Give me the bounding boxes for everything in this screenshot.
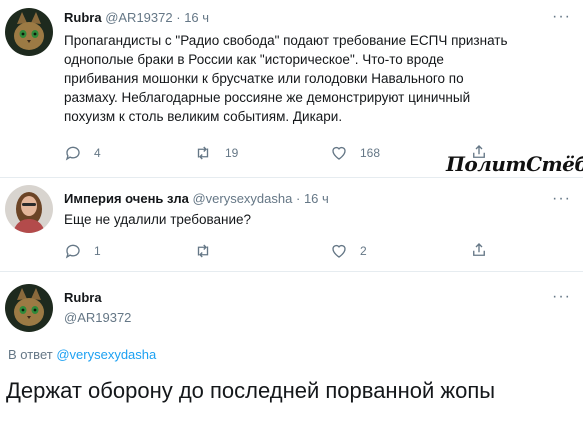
tweet-text-line: размаху. Неблагодарные россияне же демон… — [64, 90, 471, 105]
retweet-button[interactable] — [193, 242, 225, 260]
handle[interactable]: @verysexydasha — [192, 191, 292, 206]
tweet-header: Империя очень зла @verysexydasha · 16 ч — [64, 191, 329, 206]
reply-prefix: В ответ — [8, 347, 53, 362]
timestamp[interactable]: 16 ч — [184, 10, 209, 25]
handle[interactable]: @AR19372 — [105, 10, 172, 25]
retweet-count: 19 — [225, 146, 239, 160]
tweet-text: Держат оборону до последней порванной жо… — [6, 378, 496, 403]
reply-to-link[interactable]: @verysexydasha — [56, 347, 156, 362]
reply-button[interactable]: 4 — [64, 144, 101, 162]
timestamp[interactable]: 16 ч — [304, 191, 329, 206]
more-options-icon[interactable]: ··· — [552, 191, 571, 207]
more-options-icon[interactable]: ··· — [552, 289, 571, 305]
reply-context: В ответ @verysexydasha — [8, 347, 156, 362]
reply-icon — [65, 244, 80, 259]
avatar-woman[interactable] — [5, 185, 53, 233]
share-icon — [473, 243, 485, 256]
tweet-text-line: прибивания мошонки к брусчатке или голод… — [64, 71, 464, 86]
avatar-cat[interactable] — [5, 8, 53, 56]
heart-icon — [332, 244, 346, 258]
like-button[interactable]: 168 — [330, 144, 380, 162]
display-name[interactable]: Империя очень зла — [64, 191, 189, 206]
tweet-text: Еще не удалили требование? — [64, 212, 252, 227]
share-button[interactable] — [470, 241, 488, 259]
like-button[interactable]: 2 — [330, 242, 367, 260]
display-name[interactable]: Rubra — [64, 290, 102, 305]
tweet-2: Империя очень зла @verysexydasha · 16 ч … — [0, 178, 583, 268]
watermark-logo: ПолитСтёб — [446, 152, 583, 176]
like-count: 2 — [360, 244, 367, 258]
heart-icon — [332, 146, 346, 160]
retweet-icon — [197, 244, 209, 258]
retweet-button[interactable]: 19 — [193, 144, 238, 162]
tweet-text-line: Пропагандисты с "Радио свобода" подают т… — [64, 33, 508, 48]
avatar-cat[interactable] — [5, 284, 53, 332]
tweet-text-line: однополые браки в России как "историческ… — [64, 52, 444, 67]
reply-button[interactable]: 1 — [64, 242, 101, 260]
like-count: 168 — [360, 146, 381, 160]
handle[interactable]: @AR19372 — [64, 310, 131, 325]
tweet-text-line: похуизм к столь великим событиям. Дикари… — [64, 109, 343, 124]
separator: · — [176, 10, 181, 25]
display-name[interactable]: Rubra — [64, 10, 102, 25]
tweet-text: Пропагандисты с "Радио свобода" подают т… — [64, 31, 564, 126]
reply-count: 4 — [94, 146, 101, 160]
retweet-icon — [197, 146, 209, 160]
separator: · — [295, 191, 301, 206]
tweet-header: Rubra @AR19372 · 16 ч — [64, 10, 209, 25]
more-options-icon[interactable]: ··· — [552, 9, 571, 25]
reply-icon — [65, 146, 80, 161]
reply-count: 1 — [94, 244, 101, 258]
